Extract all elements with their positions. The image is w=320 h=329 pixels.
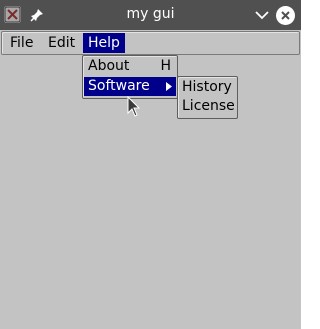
menu-item-about[interactable]: About H xyxy=(84,57,176,76)
menu-help[interactable]: Help xyxy=(83,33,125,53)
menu-item-software[interactable]: Software xyxy=(84,77,176,96)
menu-edit[interactable]: Edit xyxy=(43,33,80,53)
menu-bar: File Edit Help xyxy=(1,31,300,55)
app-window: my gui File Edit Help About H Software H… xyxy=(0,0,301,329)
submenu-item-license[interactable]: License xyxy=(182,97,235,116)
about-label: About xyxy=(88,58,130,74)
submenu-item-history[interactable]: History xyxy=(182,78,232,97)
help-dropdown: About H Software xyxy=(82,55,178,99)
close-button[interactable] xyxy=(276,6,295,25)
mouse-cursor-icon xyxy=(127,96,141,117)
about-accelerator: H xyxy=(160,58,171,74)
menu-file[interactable]: File xyxy=(5,33,38,53)
software-submenu: History License xyxy=(177,76,238,119)
chevron-down-icon[interactable] xyxy=(254,8,270,22)
submenu-arrow-icon xyxy=(166,82,172,91)
close-icon xyxy=(281,11,290,20)
software-label: Software xyxy=(88,78,150,94)
title-bar[interactable]: my gui xyxy=(0,0,301,30)
